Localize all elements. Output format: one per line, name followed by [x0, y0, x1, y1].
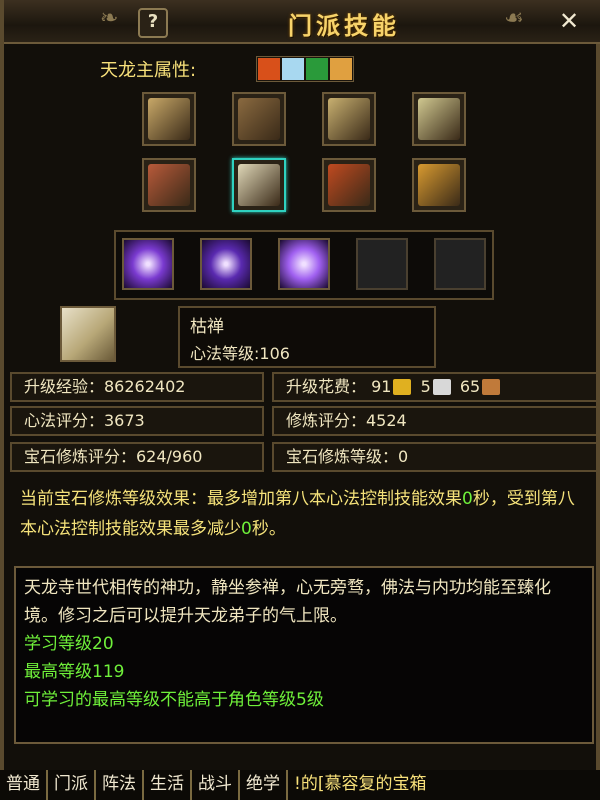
book-icon [328, 98, 370, 140]
book-icon [238, 98, 280, 140]
cost-copper: 65 [459, 377, 481, 396]
book-icon [328, 164, 370, 206]
book-icon [238, 164, 280, 206]
upgrade-cost: 升级花费： 91 5 65 [272, 372, 598, 402]
main-attribute-icons [256, 56, 354, 82]
book-scroll-1[interactable] [142, 92, 196, 146]
description-text: 天龙寺世代相传的神功，静坐参禅，心无旁骛，佛法与内功均能至臻化境。修习之后可以提… [24, 578, 551, 626]
book-scroll-7[interactable] [322, 158, 376, 212]
book-scroll-8[interactable] [412, 158, 466, 212]
effect-part1: 当前宝石修炼等级效果：最多增加第八本心法控制技能效果 [20, 489, 462, 509]
chat-tab-0[interactable]: 普通 [0, 770, 48, 800]
scroll-ornament-left: ❧ [100, 6, 119, 31]
close-button[interactable]: ✕ [556, 8, 582, 34]
chat-tab-3[interactable]: 生活 [144, 770, 192, 800]
book-icon [148, 164, 190, 206]
current-book-info: 枯禅 心法等级:106 [178, 306, 436, 368]
lightning-icon [330, 58, 352, 80]
effect-part3: 秒。 [251, 519, 286, 539]
gem-effect-text: 当前宝石修炼等级效果：最多增加第八本心法控制技能效果0秒，受到第八本心法控制技能… [8, 478, 600, 554]
sect-skill-window: ❧ ? 门派技能 ☙ ✕ 天龙主属性: 枯禅 心法等级:106 升级经验：862… [0, 0, 600, 770]
cost-silver: 5 [420, 377, 431, 396]
book-scroll-5[interactable] [142, 158, 196, 212]
skill-3[interactable] [278, 238, 330, 290]
skill-2[interactable] [200, 238, 252, 290]
book-scroll-3[interactable] [322, 92, 376, 146]
chat-tab-2[interactable]: 阵法 [96, 770, 144, 800]
title-bar[interactable]: ❧ ? 门派技能 ☙ ✕ [4, 0, 600, 44]
chat-tab-5[interactable]: 绝学 [240, 770, 288, 800]
xinfa-score: 心法评分：3673 [10, 406, 264, 436]
skill-5[interactable] [434, 238, 486, 290]
xiulian-score: 修炼评分：4524 [272, 406, 598, 436]
main-attribute-label: 天龙主属性: [100, 60, 197, 81]
max-level: 最高等级119 [24, 662, 125, 682]
silver-coin-icon [432, 378, 451, 395]
ice-icon [282, 58, 304, 80]
fire-icon [258, 58, 280, 80]
gem-score: 宝石修炼评分：624/960 [10, 442, 264, 472]
current-book-level: 心法等级:106 [190, 344, 290, 363]
chat-tab-1[interactable]: 门派 [48, 770, 96, 800]
help-button[interactable]: ? [138, 8, 168, 38]
book-scroll-2[interactable] [232, 92, 286, 146]
skill-4[interactable] [356, 238, 408, 290]
gem-level: 宝石修炼等级：0 [272, 442, 598, 472]
current-book-icon[interactable] [60, 306, 116, 362]
book-scroll-6[interactable] [232, 158, 286, 212]
book-icon [418, 98, 460, 140]
skill-1[interactable] [122, 238, 174, 290]
level-note: 可学习的最高等级不能高于角色等级5级 [24, 690, 324, 710]
skill-description: 天龙寺世代相传的神功，静坐参禅，心无旁骛，佛法与内功均能至臻化境。修习之后可以提… [14, 566, 594, 744]
cost-gold: 91 [371, 377, 392, 396]
chat-tab-bar: 普通 门派 阵法 生活 战斗 绝学 !的[慕容复的宝箱 [0, 770, 600, 800]
poison-icon [306, 58, 328, 80]
scroll-ornament-right: ☙ [504, 6, 524, 31]
book-scroll-4[interactable] [412, 92, 466, 146]
chat-news-ticker: !的[慕容复的宝箱 [294, 774, 427, 794]
effect-value1: 0 [462, 489, 473, 509]
upgrade-exp: 升级经验：86262402 [10, 372, 264, 402]
gold-coin-icon [393, 378, 412, 395]
copper-coin-icon [482, 378, 501, 395]
effect-value2: 0 [241, 519, 252, 539]
window-title: 门派技能 [288, 12, 400, 40]
upgrade-cost-label: 升级花费： [286, 377, 367, 396]
chat-tab-4[interactable]: 战斗 [192, 770, 240, 800]
book-icon [148, 98, 190, 140]
skill-bar [114, 230, 494, 300]
learn-level: 学习等级20 [24, 634, 114, 654]
current-book-name: 枯禅 [190, 317, 224, 337]
book-icon [418, 164, 460, 206]
